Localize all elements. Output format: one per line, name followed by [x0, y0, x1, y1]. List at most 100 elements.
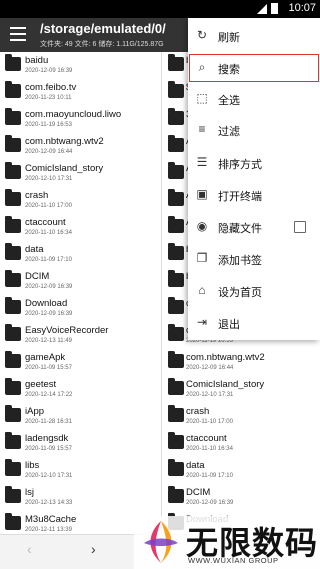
file-date: 2020-12-14 17:22: [25, 392, 73, 398]
file-row[interactable]: ComicIsland_story 2020-12-10 17:31: [162, 376, 320, 403]
menu-item-label: 打开终端: [218, 191, 262, 203]
file-row[interactable]: lsj 2020-12-13 14:33: [0, 484, 161, 511]
file-name: M3u8Cache: [25, 514, 77, 525]
file-name: geetest: [25, 379, 57, 390]
folder-icon: [168, 324, 184, 341]
file-date: 2020-12-09 16:39: [186, 500, 234, 506]
file-name: data: [25, 244, 44, 255]
file-date: 2020-11-10 16:34: [25, 230, 72, 236]
file-row[interactable]: data 2020-11-09 17:10: [0, 241, 161, 268]
file-date: 2020-12-09 16:39: [25, 68, 73, 74]
menu-item-label: 添加书签: [218, 255, 262, 267]
folder-icon: [168, 405, 184, 422]
file-row[interactable]: data 2020-11-09 17:10: [162, 457, 320, 484]
file-name: baidu: [25, 55, 49, 66]
file-row[interactable]: ctaccount 2020-11-10 16:34: [0, 214, 161, 241]
clock: 10:07: [288, 2, 316, 14]
file-row[interactable]: gameApk 2020-11-09 15:57: [0, 349, 161, 376]
status-icons: [257, 3, 278, 14]
file-name: EasyVoiceRecorder: [25, 325, 109, 336]
file-row[interactable]: EasyVoiceRecorder 2020-12-13 11:49: [0, 322, 161, 349]
file-row[interactable]: iApp 2020-11-28 16:31: [0, 403, 161, 430]
file-row[interactable]: baidu 2020-12-09 16:39: [0, 52, 161, 79]
file-name: ctaccount: [186, 433, 227, 444]
folder-icon: [168, 459, 184, 476]
folder-icon: [5, 351, 21, 368]
file-name: iApp: [25, 406, 45, 417]
file-row[interactable]: crash 2020-11-10 17:00: [0, 187, 161, 214]
file-date: 2020-11-09 15:57: [25, 446, 72, 452]
file-name: gameApk: [25, 352, 66, 363]
file-row[interactable]: DCIM 2020-12-09 16:39: [0, 268, 161, 295]
file-row[interactable]: ladengsdk 2020-11-09 15:57: [0, 430, 161, 457]
storage-stats: 文件夹: 49 文件: 6 储存: 1.11G/125.87G: [40, 41, 164, 48]
file-name: lsj: [25, 487, 34, 498]
file-date: 2020-11-09 15:57: [25, 365, 72, 371]
file-date: 2020-11-09 17:10: [25, 257, 72, 263]
folder-icon: [168, 243, 184, 260]
menu-item-select-all[interactable]: ⬚ 全选: [188, 84, 320, 114]
file-date: 2020-12-13 14:33: [25, 500, 73, 506]
menu-item-refresh[interactable]: ↻ 刷新: [188, 21, 320, 51]
file-row[interactable]: Download 2020-12-09 16:39: [0, 295, 161, 322]
file-date: 2020-11-28 16:31: [25, 419, 72, 425]
file-row[interactable]: DCIM 2020-12-09 16:39: [162, 484, 320, 511]
search-icon: ⌕: [198, 60, 206, 74]
folder-icon: [5, 189, 21, 206]
menu-item-exit[interactable]: ⇥ 退出: [188, 308, 320, 338]
menu-item-home[interactable]: ⌂ 设为首页: [188, 276, 320, 306]
menu-item-eye[interactable]: ◉ 隐藏文件: [188, 212, 320, 242]
file-name: com.nbtwang.wtv2: [186, 352, 265, 363]
file-date: 2020-11-10 17:00: [186, 419, 233, 425]
back-arrow-icon[interactable]: ‹: [27, 541, 32, 557]
forward-arrow-icon[interactable]: ›: [91, 541, 96, 557]
folder-icon: [168, 189, 184, 206]
menu-item-filter[interactable]: ≡ 过滤: [188, 115, 320, 145]
menu-item-terminal[interactable]: ▣ 打开终端: [188, 180, 320, 210]
left-file-pane: baidu 2020-12-09 16:39 com.feibo.tv 2020-11…: [0, 52, 161, 534]
select-all-icon: ⬚: [196, 91, 208, 105]
menu-item-search[interactable]: ⌕ 搜索: [188, 53, 320, 83]
folder-icon: [168, 432, 184, 449]
file-date: 2020-11-23 10:11: [25, 95, 72, 101]
signal-icon: [257, 3, 267, 14]
file-row[interactable]: libs 2020-12-10 17:31: [0, 457, 161, 484]
file-row[interactable]: com.nbtwang.wtv2 2020-12-09 16:44: [0, 133, 161, 160]
file-name: ComicIsland_story: [25, 163, 104, 174]
folder-icon: [168, 81, 184, 98]
folder-icon: [168, 162, 184, 179]
battery-icon: [271, 3, 278, 14]
file-row[interactable]: ComicIsland_story 2020-12-10 17:31: [0, 160, 161, 187]
sort-icon: ☰: [196, 155, 208, 169]
status-bar: 10:07: [0, 0, 320, 18]
menu-item-label: 退出: [218, 319, 240, 331]
file-name: data: [186, 460, 205, 471]
file-date: 2020-12-09 16:39: [25, 284, 73, 290]
folder-icon: [5, 297, 21, 314]
home-icon: ⌂: [198, 283, 206, 297]
hamburger-menu-icon[interactable]: [10, 27, 26, 41]
folder-icon: [5, 378, 21, 395]
file-row[interactable]: com.maoyuncloud.liwo 2020-11-19 16:53: [0, 106, 161, 133]
folder-icon: [168, 135, 184, 152]
hidden-files-checkbox[interactable]: [294, 221, 306, 233]
menu-item-bookmark[interactable]: ❐ 添加书签: [188, 244, 320, 274]
file-name: ComicIsland_story: [186, 379, 265, 390]
file-date: 2020-12-09 16:44: [25, 149, 73, 155]
folder-icon: [168, 351, 184, 368]
folder-icon: [5, 54, 21, 71]
folder-icon: [168, 54, 184, 71]
folder-icon: [5, 108, 21, 125]
file-date: 2020-11-09 17:10: [186, 473, 233, 479]
menu-item-sort[interactable]: ☰ 排序方式: [188, 148, 320, 178]
file-name: DCIM: [186, 487, 211, 498]
file-row[interactable]: com.nbtwang.wtv2 2020-12-09 16:44: [162, 349, 320, 376]
folder-icon: [5, 81, 21, 98]
file-row[interactable]: ctaccount 2020-11-10 16:34: [162, 430, 320, 457]
file-name: com.feibo.tv: [25, 82, 77, 93]
file-name: crash: [25, 190, 49, 201]
menu-item-label: 过滤: [218, 126, 240, 138]
file-row[interactable]: com.feibo.tv 2020-11-23 10:11: [0, 79, 161, 106]
file-row[interactable]: crash 2020-11-10 17:00: [162, 403, 320, 430]
file-row[interactable]: geetest 2020-12-14 17:22: [0, 376, 161, 403]
